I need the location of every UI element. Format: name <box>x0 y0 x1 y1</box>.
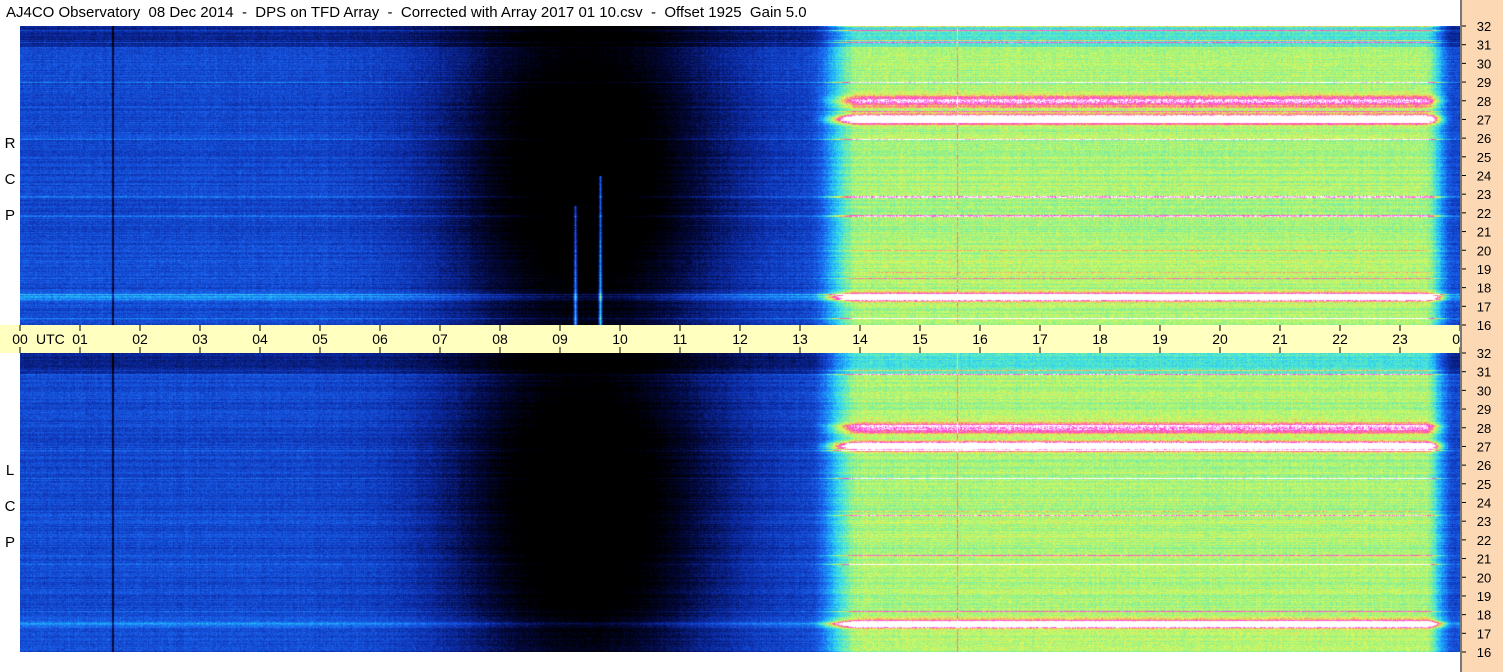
lcp-freq-tick-label: 31 <box>1477 365 1491 380</box>
time-tick-label: 02 <box>132 331 148 347</box>
rcp-freq-tick-label: 16 <box>1477 318 1491 333</box>
lcp-freq-tick-label: 24 <box>1477 496 1491 511</box>
lcp-label-p: P <box>4 534 15 551</box>
rcp-freq-tick-label: 20 <box>1477 243 1491 258</box>
rcp-freq-tick-label: 18 <box>1477 281 1491 296</box>
lcp-freq-tick-label: 30 <box>1477 383 1491 398</box>
time-tick-label: 14 <box>852 331 868 347</box>
lcp-freq-tick-label: 26 <box>1477 458 1491 473</box>
time-tick-label: 06 <box>372 331 388 347</box>
time-tick-label: 23 <box>1392 331 1408 347</box>
axis-divider <box>1460 0 1462 672</box>
time-tick-label: 17 <box>1032 331 1048 347</box>
rcp-freq-tick-label: 25 <box>1477 150 1491 165</box>
rcp-spectrogram <box>20 26 1460 325</box>
rcp-freq-tick-label: 22 <box>1477 206 1491 221</box>
lcp-freq-tick-label: 22 <box>1477 533 1491 548</box>
rcp-freq-tick-label: 26 <box>1477 131 1491 146</box>
time-tick-label: 22 <box>1332 331 1348 347</box>
rcp-freq-tick-label: 29 <box>1477 75 1491 90</box>
rcp-freq-tick-label: 28 <box>1477 94 1491 109</box>
rcp-spectrogram-canvas <box>20 26 1460 325</box>
lcp-freq-tick-label: 21 <box>1477 552 1491 567</box>
lcp-freq-tick-label: 20 <box>1477 570 1491 585</box>
time-tick-label: 13 <box>792 331 808 347</box>
time-axis-svg: 00 01 02 03 04 05 06 07 08 09 10 11 12 13 14 15 16 17 18 19… <box>12 325 1460 353</box>
time-tick-label: 08 <box>492 331 508 347</box>
lcp-freq-tick-label: 17 <box>1477 626 1491 641</box>
lcp-freq-tick-label: 18 <box>1477 608 1491 623</box>
rcp-freq-tick-label: 32 <box>1477 19 1491 34</box>
rcp-freq-tick-label: 30 <box>1477 56 1491 71</box>
time-tick-label: 21 <box>1272 331 1288 347</box>
lcp-freq-tick-label: 28 <box>1477 421 1491 436</box>
time-tick-label: 05 <box>312 331 328 347</box>
rcp-label-r: R <box>4 135 16 152</box>
lcp-freq-tick-label: 16 <box>1477 645 1491 660</box>
time-tick-label: 04 <box>252 331 268 347</box>
lcp-label-c: C <box>4 498 16 515</box>
time-tick-label: 16 <box>972 331 988 347</box>
lcp-freq-tick-label: 25 <box>1477 477 1491 492</box>
lcp-freq-tick-label: 32 <box>1477 346 1491 361</box>
time-tick-label: 00 <box>12 331 28 347</box>
rcp-freq-tick-label: 19 <box>1477 262 1491 277</box>
time-tick-label: 01 <box>72 331 88 347</box>
rcp-freq-tick-label: 17 <box>1477 299 1491 314</box>
page-title: AJ4CO Observatory 08 Dec 2014 - DPS on T… <box>6 4 807 21</box>
lcp-freq-tick-label: 29 <box>1477 402 1491 417</box>
lcp-label-l: L <box>5 462 15 479</box>
rcp-freq-tick-label: 21 <box>1477 225 1491 240</box>
time-tick-label: 03 <box>192 331 208 347</box>
time-tick-label: 15 <box>912 331 928 347</box>
rcp-freq-tick-label: 23 <box>1477 187 1491 202</box>
time-tick-label: 07 <box>432 331 448 347</box>
title-bar: AJ4CO Observatory 08 Dec 2014 - DPS on T… <box>0 0 1460 26</box>
time-tick-label: 00 <box>1452 331 1460 347</box>
rcp-label-c: C <box>4 171 16 188</box>
time-tick-label: 19 <box>1152 331 1168 347</box>
time-axis: 00 01 02 03 04 05 06 07 08 09 10 11 12 13 14 15 16 17 18 19… <box>0 325 1460 353</box>
lcp-spectrogram-canvas <box>20 353 1460 652</box>
time-tick-label: 09 <box>552 331 568 347</box>
lcp-freq-tick-label: 19 <box>1477 589 1491 604</box>
rcp-label-p: P <box>4 207 15 224</box>
lcp-freq-tick-label: 23 <box>1477 514 1491 529</box>
rcp-freq-tick-label: 27 <box>1477 112 1491 127</box>
time-tick-label: 12 <box>732 331 748 347</box>
frequency-axis: 32 31 30 29 28 27 26 25 24 23 22 21 20 19 18 17 16 32 31 30… <box>1460 0 1503 672</box>
lcp-freq-tick-label: 27 <box>1477 439 1491 454</box>
rcp-freq-tick-label: 31 <box>1477 38 1491 53</box>
time-tick-label: 10 <box>612 331 628 347</box>
time-tick-label: 18 <box>1092 331 1108 347</box>
time-tick-label: 20 <box>1212 331 1228 347</box>
time-unit-label: UTC <box>36 331 65 347</box>
frequency-axis-svg: 32 31 30 29 28 27 26 25 24 23 22 21 20 19 18 17 16 32 31 30… <box>1460 19 1491 660</box>
bottom-bar <box>0 652 1460 672</box>
time-tick-label: 11 <box>673 331 688 347</box>
rcp-freq-tick-label: 24 <box>1477 169 1491 184</box>
lcp-spectrogram <box>20 353 1460 652</box>
